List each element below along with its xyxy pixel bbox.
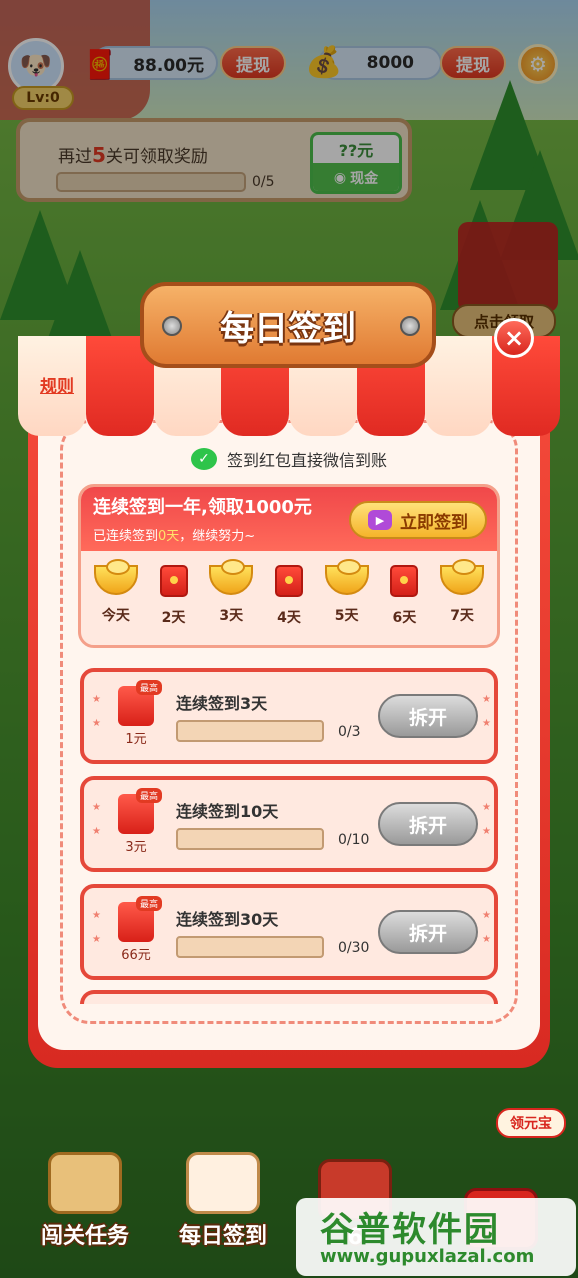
day-reward-label: 4天 — [277, 610, 301, 626]
day-reward-item: 6天 — [378, 565, 430, 627]
calendar-icon — [186, 1152, 260, 1214]
max-tag: 最高 — [136, 896, 163, 911]
watermark-url: www.gupuxlazal.com — [320, 1246, 535, 1267]
star-icon: ★ — [92, 802, 101, 813]
nail-icon — [162, 316, 182, 336]
dialog-title: 每日签到 — [140, 282, 436, 368]
milestone-value: 1元 — [125, 732, 147, 747]
milestone-progress-bar — [176, 720, 324, 742]
nav-level-tasks-label: 闯关任务 — [40, 1224, 129, 1249]
milestone-title: 连续签到30天 — [176, 910, 279, 929]
day-reward-item: 3天 — [205, 559, 257, 627]
star-icon: ★ — [482, 934, 491, 945]
star-icon: ★ — [482, 910, 491, 921]
day-reward-label: 6天 — [392, 610, 417, 626]
star-icon: ★ — [92, 718, 101, 729]
day-reward-item: 今天 — [90, 559, 142, 627]
streak-status-days: 0天 — [158, 529, 180, 544]
streak-card: 连续签到一年,领取1000元 已连续签到0天，继续努力~ ▶ 立即签到 今天 2天… — [78, 484, 500, 648]
sign-in-label: 立即签到 — [400, 512, 468, 533]
streak-status-suffix: ，继续努力~ — [179, 529, 256, 544]
redpack-icon — [390, 565, 419, 597]
day-reward-label: 今天 — [101, 608, 130, 624]
gold-ingot-icon — [93, 559, 138, 595]
star-icon: ★ — [482, 826, 491, 837]
day-reward-label: 5天 — [334, 608, 359, 624]
day-reward-label: 2天 — [161, 610, 186, 626]
nav-daily-signin-label: 每日签到 — [178, 1224, 267, 1249]
max-tag: 最高 — [136, 788, 163, 803]
star-icon: ★ — [92, 826, 101, 837]
milestone-title: 连续签到3天 — [176, 694, 268, 713]
milestone-progress-bar — [176, 936, 324, 958]
open-redpack-button[interactable]: 拆开 — [378, 910, 478, 954]
gold-ingot-icon — [209, 559, 254, 595]
milestone-progress-text: 0/30 — [338, 940, 370, 956]
close-icon[interactable]: × — [494, 318, 534, 358]
wechat-note-text: 签到红包直接微信到账 — [226, 451, 387, 470]
wechat-icon: ✓ — [190, 448, 217, 470]
map-icon — [48, 1152, 122, 1214]
day-reward-item: 5天 — [321, 559, 373, 627]
star-icon: ★ — [482, 718, 491, 729]
day-reward-item: 2天 — [148, 565, 200, 627]
day-reward-item: 7天 — [436, 559, 488, 627]
day-reward-row: 今天 2天 3天 4天 5天 6天 7天 — [81, 559, 497, 627]
redpack-icon — [274, 565, 303, 597]
nav-daily-signin[interactable]: 每日签到 — [168, 1130, 278, 1250]
awning-stripe — [424, 336, 493, 436]
milestone-progress-bar — [176, 828, 324, 850]
star-icon: ★ — [92, 910, 101, 921]
nail-icon — [400, 316, 420, 336]
milestone-value: 66元 — [121, 948, 151, 963]
streak-header: 连续签到一年,领取1000元 已连续签到0天，继续努力~ ▶ 立即签到 — [81, 487, 497, 551]
streak-status-prefix: 已连续签到 — [93, 529, 159, 544]
gold-ingot-icon — [440, 559, 485, 595]
star-icon: ★ — [92, 694, 101, 705]
open-redpack-button[interactable]: 拆开 — [378, 694, 478, 738]
milestone-card: ★ ★ ★ ★ 最高 1元 连续签到3天 0/3 拆开 — [80, 668, 498, 764]
yuanbao-tag[interactable]: 领元宝 — [496, 1108, 566, 1138]
rules-link[interactable]: 规则 — [40, 372, 74, 397]
milestone-progress-text: 0/10 — [338, 832, 370, 848]
gold-ingot-icon — [324, 559, 369, 595]
milestone-card: ★ ★ ★ ★ 最高 3元 连续签到10天 0/10 拆开 — [80, 776, 498, 872]
milestone-card: ★ ★ ★ ★ 最高 66元 连续签到30天 0/30 拆开 — [80, 884, 498, 980]
nav-level-tasks[interactable]: 闯关任务 — [30, 1130, 140, 1250]
max-tag: 最高 — [136, 680, 163, 695]
day-reward-item: 4天 — [263, 565, 315, 627]
redpack-icon — [159, 565, 188, 597]
star-icon: ★ — [482, 694, 491, 705]
milestone-value: 3元 — [125, 840, 147, 855]
day-reward-label: 7天 — [450, 608, 474, 624]
milestone-card-partial — [80, 990, 498, 1004]
day-reward-label: 3天 — [219, 608, 244, 624]
video-play-icon: ▶ — [368, 510, 392, 530]
star-icon: ★ — [92, 934, 101, 945]
star-icon: ★ — [482, 802, 491, 813]
wechat-note: ✓ 签到红包直接微信到账 — [60, 446, 518, 472]
watermark-title: 谷普软件园 — [320, 1210, 500, 1250]
sign-in-button[interactable]: ▶ 立即签到 — [349, 501, 487, 539]
streak-status: 已连续签到0天，继续努力~ — [93, 525, 255, 544]
milestone-title: 连续签到10天 — [176, 802, 279, 821]
open-redpack-button[interactable]: 拆开 — [378, 802, 478, 846]
watermark: 谷普软件园 www.gupuxlazal.com — [296, 1198, 576, 1276]
milestone-progress-text: 0/3 — [338, 724, 361, 740]
streak-title: 连续签到一年,领取1000元 — [93, 497, 312, 518]
